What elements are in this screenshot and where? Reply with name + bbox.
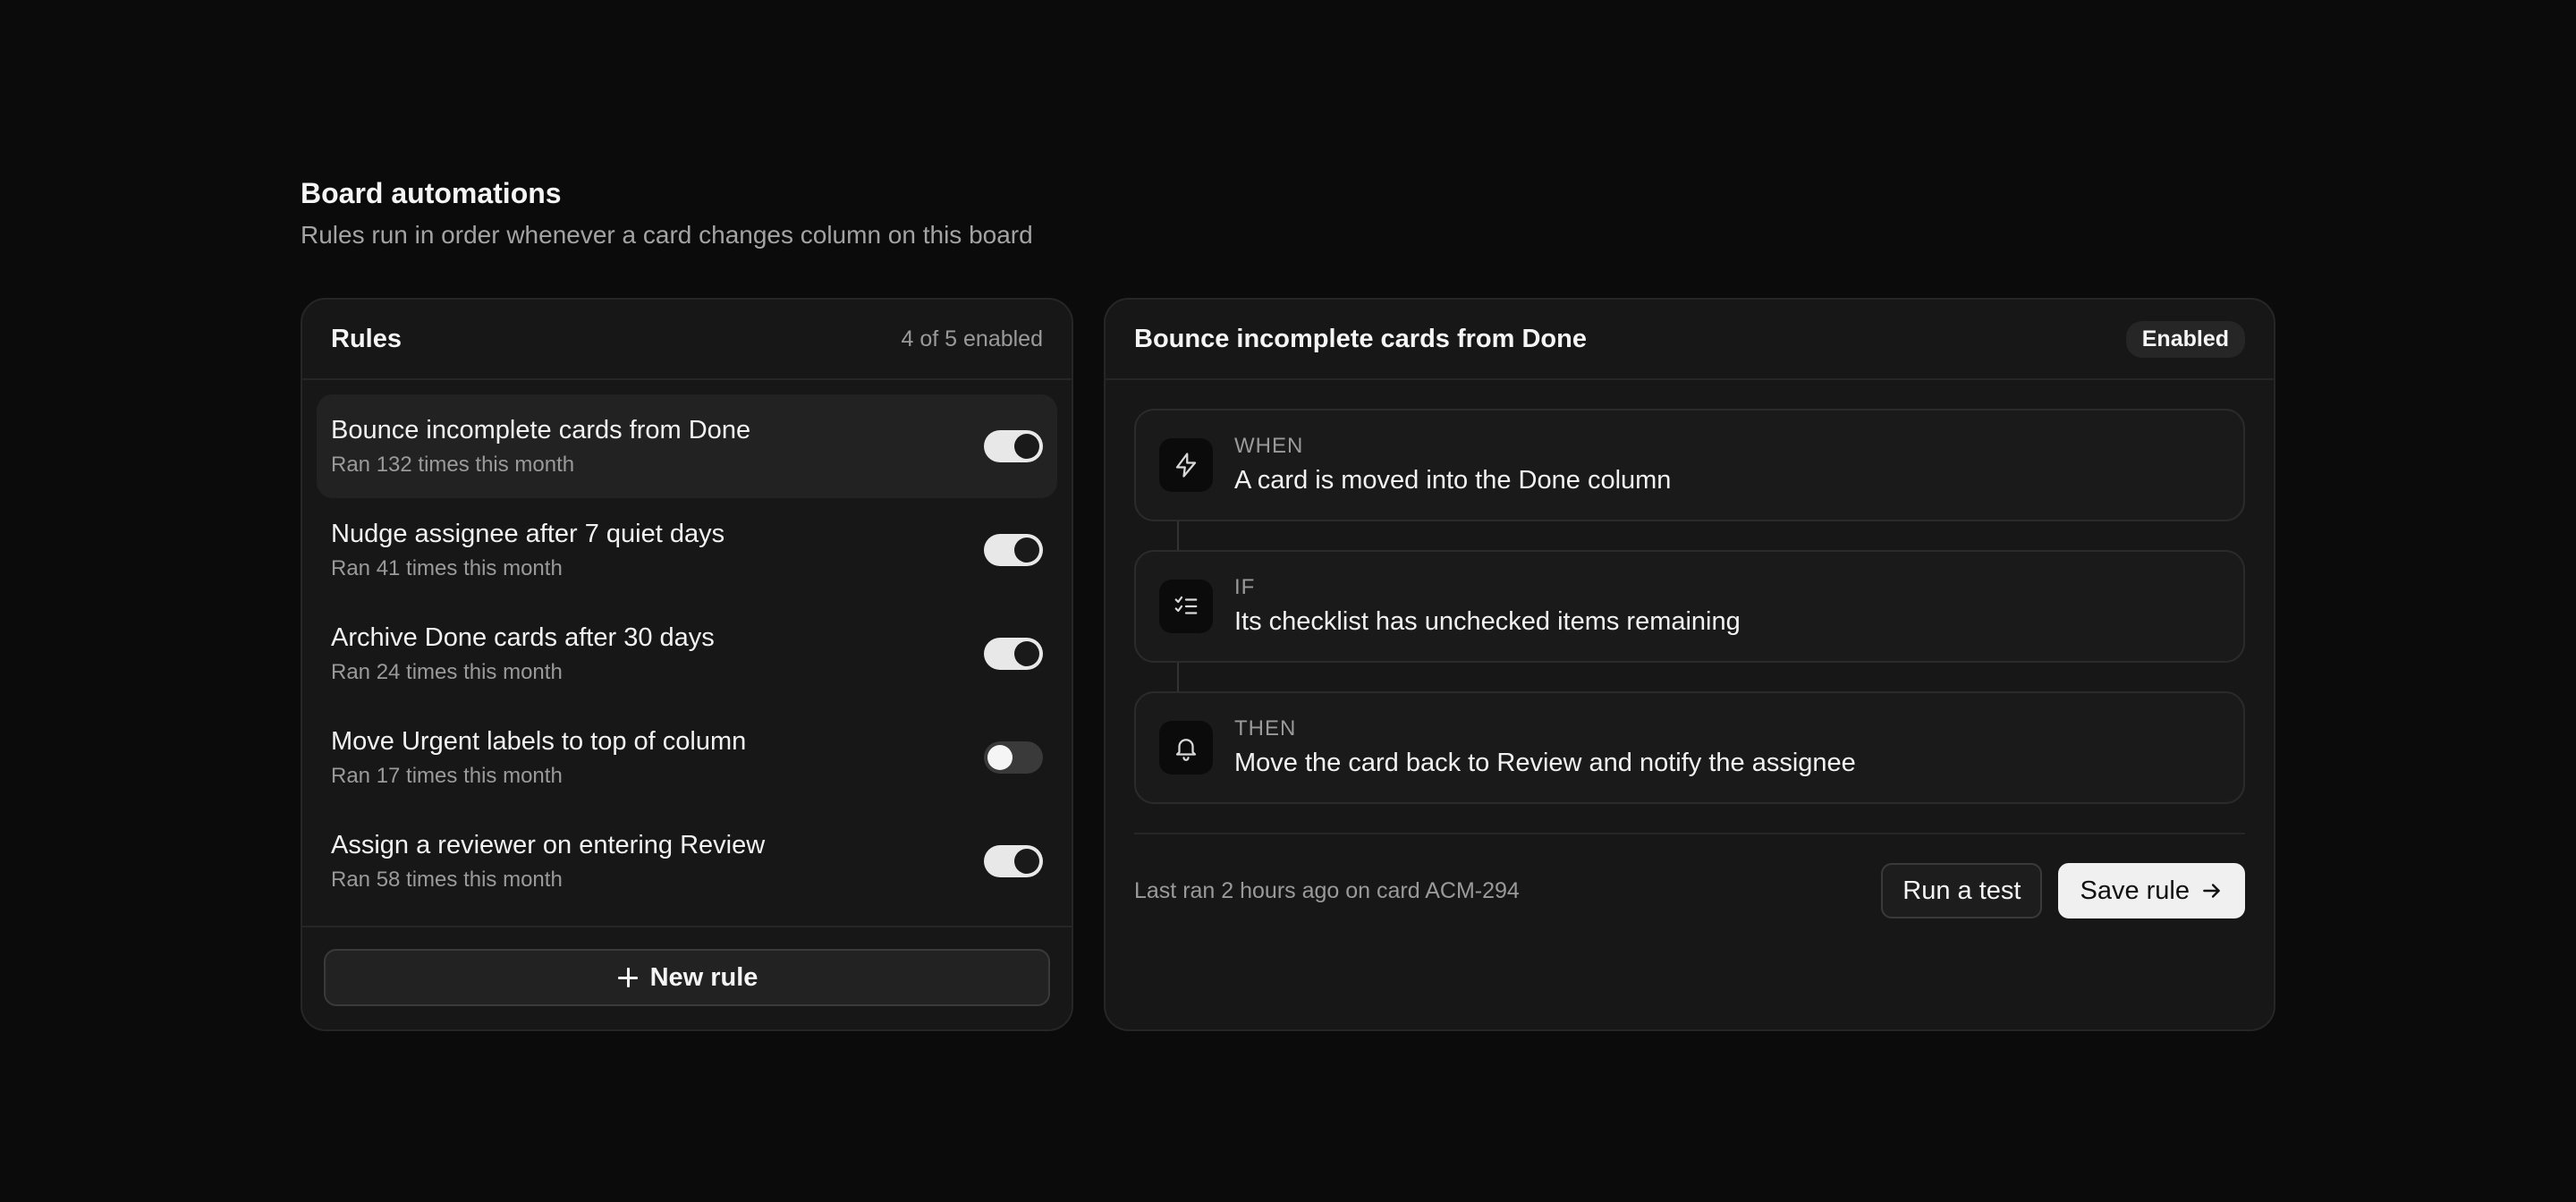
step-if[interactable]: IF Its checklist has unchecked items rem… bbox=[1134, 521, 2245, 663]
rule-toggle[interactable] bbox=[984, 741, 1043, 774]
save-rule-label: Save rule bbox=[2080, 876, 2190, 905]
step-description: Its checklist has unchecked items remain… bbox=[1234, 607, 1741, 636]
new-rule-label: New rule bbox=[649, 962, 758, 992]
rule-run-count: Ran 17 times this month bbox=[331, 764, 563, 788]
step-text: IF Its checklist has unchecked items rem… bbox=[1234, 574, 1741, 639]
rule-item-move-urgent[interactable]: Move Urgent labels to top of column Ran … bbox=[317, 706, 1057, 809]
rule-actions: Run a test Save rule bbox=[1881, 863, 2245, 918]
new-rule-button[interactable]: New rule bbox=[324, 949, 1050, 1006]
lightning-bolt-icon bbox=[1159, 438, 1213, 492]
step-when[interactable]: WHEN A card is moved into the Done colum… bbox=[1134, 409, 2245, 521]
rule-text: Move Urgent labels to top of column Ran … bbox=[331, 724, 746, 791]
rules-enabled-count: 4 of 5 enabled bbox=[901, 326, 1043, 351]
step-description: A card is moved into the Done column bbox=[1234, 466, 1672, 495]
rule-name: Assign a reviewer on entering Review bbox=[331, 831, 766, 859]
step-description: Move the card back to Review and notify … bbox=[1234, 749, 1856, 777]
rule-detail-title: Bounce incomplete cards from Done bbox=[1134, 324, 1587, 353]
checklist-icon bbox=[1159, 580, 1213, 633]
rule-run-count: Ran 41 times this month bbox=[331, 556, 563, 580]
toggle-knob bbox=[1014, 538, 1039, 563]
toggle-knob bbox=[1014, 641, 1039, 666]
plus-icon bbox=[616, 966, 640, 989]
bell-icon bbox=[1159, 721, 1213, 775]
run-test-label: Run a test bbox=[1902, 876, 2021, 905]
rule-toggle[interactable] bbox=[984, 534, 1043, 566]
rules-panel: Rules 4 of 5 enabled Bounce incomplete c… bbox=[301, 298, 1073, 1031]
rule-detail-footer: Last ran 2 hours ago on card ACM-294 Run… bbox=[1134, 833, 2245, 947]
save-rule-button[interactable]: Save rule bbox=[2058, 863, 2245, 918]
toggle-knob bbox=[1014, 849, 1039, 874]
rule-text: Nudge assignee after 7 quiet days Ran 41… bbox=[331, 517, 724, 583]
status-badge: Enabled bbox=[2125, 320, 2245, 358]
step-kicker: THEN bbox=[1234, 716, 1297, 741]
rules-panel-header: Rules 4 of 5 enabled bbox=[302, 300, 1072, 380]
rule-name: Move Urgent labels to top of column bbox=[331, 727, 747, 756]
rule-item-assign-reviewer[interactable]: Assign a reviewer on entering Review Ran… bbox=[317, 809, 1057, 913]
rule-item-nudge-assignee[interactable]: Nudge assignee after 7 quiet days Ran 41… bbox=[317, 498, 1057, 602]
rule-toggle[interactable] bbox=[984, 845, 1043, 877]
run-test-button[interactable]: Run a test bbox=[1881, 863, 2043, 918]
rule-steps: WHEN A card is moved into the Done colum… bbox=[1106, 380, 2274, 804]
step-kicker: IF bbox=[1234, 575, 1256, 599]
toggle-knob bbox=[1014, 434, 1039, 459]
rules-panel-footer: New rule bbox=[302, 926, 1072, 1029]
rule-text: Archive Done cards after 30 days Ran 24 … bbox=[331, 621, 715, 687]
rule-text: Bounce incomplete cards from Done Ran 13… bbox=[331, 413, 750, 479]
rule-name: Nudge assignee after 7 quiet days bbox=[331, 520, 725, 548]
rule-run-count: Ran 58 times this month bbox=[331, 868, 563, 892]
rule-detail-panel: Bounce incomplete cards from Done Enable… bbox=[1104, 298, 2275, 1031]
rules-list: Bounce incomplete cards from Done Ran 13… bbox=[302, 380, 1072, 913]
page-subtitle: Rules run in order whenever a card chang… bbox=[301, 221, 1033, 249]
panels: Rules 4 of 5 enabled Bounce incomplete c… bbox=[301, 298, 2275, 1031]
step-then[interactable]: THEN Move the card back to Review and no… bbox=[1134, 663, 2245, 804]
step-kicker: WHEN bbox=[1234, 434, 1304, 458]
last-ran-text: Last ran 2 hours ago on card ACM-294 bbox=[1134, 877, 1520, 903]
rule-run-count: Ran 132 times this month bbox=[331, 453, 575, 477]
rule-item-bounce-incomplete[interactable]: Bounce incomplete cards from Done Ran 13… bbox=[317, 394, 1057, 498]
rules-panel-title: Rules bbox=[331, 324, 402, 353]
step-text: THEN Move the card back to Review and no… bbox=[1234, 715, 1856, 780]
rule-toggle[interactable] bbox=[984, 638, 1043, 670]
rule-text: Assign a reviewer on entering Review Ran… bbox=[331, 828, 765, 894]
arrow-right-icon bbox=[2203, 884, 2220, 898]
step-text: WHEN A card is moved into the Done colum… bbox=[1234, 433, 1671, 497]
page-title: Board automations bbox=[301, 177, 562, 209]
rule-detail-header: Bounce incomplete cards from Done Enable… bbox=[1106, 300, 2274, 380]
rule-toggle[interactable] bbox=[984, 430, 1043, 462]
rule-item-archive-done[interactable]: Archive Done cards after 30 days Ran 24 … bbox=[317, 602, 1057, 706]
rule-name: Archive Done cards after 30 days bbox=[331, 623, 715, 652]
rule-run-count: Ran 24 times this month bbox=[331, 660, 563, 684]
toggle-knob bbox=[987, 745, 1013, 770]
rule-name: Bounce incomplete cards from Done bbox=[331, 416, 751, 444]
automations-page: Board automations Rules run in order whe… bbox=[301, 175, 2275, 1031]
